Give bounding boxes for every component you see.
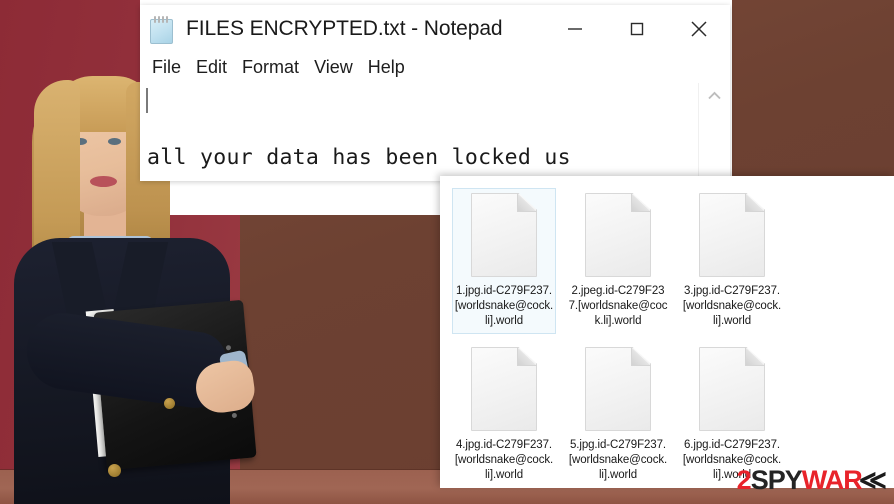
binder-rings (225, 344, 232, 351)
file-item-3[interactable]: 3.jpg.id-C279F237.[worldsnake@cock.li].w… (680, 188, 784, 334)
menu-item-format[interactable]: Format (242, 57, 299, 78)
notepad-title: FILES ENCRYPTED.txt - Notepad (186, 16, 503, 40)
file-name-label: 5.jpg.id-C279F237.[worldsnake@cock.li].w… (568, 439, 668, 481)
lips (90, 176, 117, 187)
generic-file-icon (699, 347, 765, 431)
notepad-icon (148, 15, 174, 44)
file-name-label: 3.jpg.id-C279F237.[worldsnake@cock.li].w… (682, 285, 782, 327)
notepad-titlebar[interactable]: FILES ENCRYPTED.txt - Notepad (140, 5, 730, 52)
window-controls (544, 5, 730, 52)
generic-file-icon (585, 347, 651, 431)
jacket-button-upper (164, 398, 175, 409)
generic-file-icon (471, 193, 537, 277)
screenshot-stage: FILES ENCRYPTED.txt - Notepad File Edit … (0, 0, 894, 504)
minimize-button[interactable] (544, 5, 606, 52)
ransom-note-line-1: all your data has been locked us (147, 145, 571, 170)
close-button[interactable] (668, 5, 730, 52)
jacket-button-lower (108, 464, 121, 477)
file-item-1[interactable]: 1.jpg.id-C279F237.[worldsnake@cock.li].w… (452, 188, 556, 334)
file-item-5[interactable]: 5.jpg.id-C279F237.[worldsnake@cock.li].w… (566, 342, 670, 488)
maximize-button[interactable] (606, 5, 668, 52)
file-item-2[interactable]: 2.jpeg.id-C279F237.[worldsnake@cock.li].… (566, 188, 670, 334)
file-name-label: 2.jpeg.id-C279F237.[worldsnake@cock.li].… (568, 285, 668, 327)
menu-item-help[interactable]: Help (368, 57, 405, 78)
eye-right (108, 138, 121, 145)
file-explorer-window: 1.jpg.id-C279F237.[worldsnake@cock.li].w… (440, 176, 894, 488)
site-watermark-logo: 2 SPY WAR ≪ (736, 465, 887, 495)
menu-item-view[interactable]: View (314, 57, 353, 78)
watermark-arrow-icon: ≪ (858, 465, 887, 495)
file-name-label: 4.jpg.id-C279F237.[worldsnake@cock.li].w… (454, 439, 554, 481)
watermark-digit: 2 (736, 465, 752, 495)
notepad-window: FILES ENCRYPTED.txt - Notepad File Edit … (140, 5, 730, 181)
vertical-scrollbar[interactable] (698, 83, 730, 181)
notepad-text-area[interactable]: all your data has been locked us You wan… (140, 83, 730, 181)
generic-file-icon (585, 193, 651, 277)
notepad-menubar: File Edit Format View Help (140, 52, 730, 83)
chevron-up-icon[interactable] (699, 83, 730, 109)
text-caret (146, 88, 148, 113)
menu-item-file[interactable]: File (152, 57, 181, 78)
file-name-label: 1.jpg.id-C279F237.[worldsnake@cock.li].w… (454, 285, 554, 327)
menu-item-edit[interactable]: Edit (196, 57, 227, 78)
watermark-war: WAR (801, 465, 863, 495)
file-grid: 1.jpg.id-C279F237.[worldsnake@cock.li].w… (440, 176, 894, 496)
file-item-4[interactable]: 4.jpg.id-C279F237.[worldsnake@cock.li].w… (452, 342, 556, 488)
generic-file-icon (699, 193, 765, 277)
generic-file-icon (471, 347, 537, 431)
watermark-spy: SPY (750, 465, 803, 495)
